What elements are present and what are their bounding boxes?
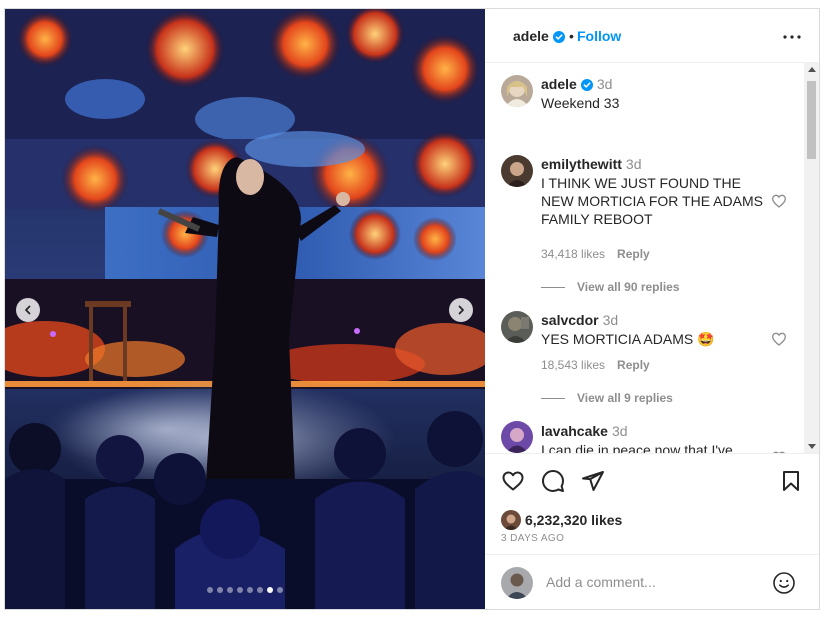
comment-time: 3d <box>602 312 619 328</box>
verified-badge-icon <box>552 31 565 44</box>
reply-button[interactable]: Reply <box>617 247 650 261</box>
chevron-left-icon <box>25 305 31 315</box>
comment-likes[interactable]: 34,418 likes <box>541 247 605 261</box>
comment-avatar[interactable] <box>501 311 533 343</box>
post-date[interactable]: 3 DAYS AGO <box>501 533 564 544</box>
carousel-dot-active <box>267 587 273 593</box>
avatar-image <box>501 75 533 107</box>
comment-username-text[interactable]: lavahcake <box>541 423 608 439</box>
avatar-image <box>501 510 521 530</box>
comment-text: I THINK WE JUST FOUND THE NEW MORTICIA F… <box>541 175 763 227</box>
carousel-next-button[interactable] <box>449 298 473 322</box>
share-paper-plane-icon[interactable] <box>581 469 605 493</box>
comment-username-text[interactable]: salvcdor <box>541 312 599 328</box>
replies-divider <box>541 287 565 289</box>
likes-count[interactable]: 6,232,320 likes <box>525 512 622 528</box>
save-bookmark-icon[interactable] <box>779 469 803 493</box>
comment-username: lavahcake 3d <box>541 423 628 439</box>
caption-username: adele 3d <box>541 76 612 92</box>
avatar-image <box>501 311 533 343</box>
carousel-dot <box>247 587 253 593</box>
follow-button[interactable]: Follow <box>577 28 621 44</box>
comment-meta: 18,543 likes Reply <box>541 358 650 372</box>
carousel-dot <box>277 587 283 593</box>
scroll-up-arrow-icon[interactable] <box>808 67 816 72</box>
comment-text: YES MORTICIA ADAMS 🤩 <box>541 331 715 347</box>
post-sidebar: adele • Follow adele 3d Weekend 33 emilyt… <box>485 9 819 609</box>
carousel-dot <box>207 587 213 593</box>
comment-avatar[interactable] <box>501 421 533 453</box>
caption-time: 3d <box>596 76 613 92</box>
post-actions: 6,232,320 likes 3 DAYS AGO Add a comment… <box>485 453 819 609</box>
add-comment-bar: Add a comment... <box>485 554 819 609</box>
scroll-down-arrow-icon[interactable] <box>808 444 816 449</box>
post-header: adele • Follow <box>485 9 819 63</box>
more-options-button[interactable] <box>782 27 802 47</box>
scrollbar-thumb[interactable] <box>807 81 816 159</box>
concert-photo <box>5 9 485 609</box>
verified-badge-icon <box>580 79 593 92</box>
comment-avatar[interactable] <box>501 155 533 187</box>
view-replies-label: View all 90 replies <box>577 280 680 294</box>
comment-text: I can die in peace now that I've <box>541 442 733 453</box>
likes-summary: 6,232,320 likes <box>501 510 622 530</box>
more-horizontal-icon <box>783 35 801 39</box>
post-modal: adele • Follow adele 3d Weekend 33 emilyt… <box>4 8 820 610</box>
carousel-dot <box>257 587 263 593</box>
post-media[interactable] <box>5 9 485 609</box>
reply-button[interactable]: Reply <box>617 358 650 372</box>
post-author-name[interactable]: adele <box>513 28 549 44</box>
caption-text: Weekend 33 <box>541 95 620 111</box>
comments-scrollbar[interactable] <box>804 63 819 453</box>
like-heart-icon[interactable] <box>501 469 525 493</box>
post-author[interactable]: adele <box>513 28 565 44</box>
emoji-smile-icon[interactable] <box>772 571 796 595</box>
comment-likes[interactable]: 18,543 likes <box>541 358 605 372</box>
carousel-dot <box>217 587 223 593</box>
chevron-right-icon <box>458 305 464 315</box>
carousel-prev-button[interactable] <box>16 298 40 322</box>
view-replies-label: View all 9 replies <box>577 391 673 405</box>
avatar-image <box>501 155 533 187</box>
avatar-image <box>501 421 533 453</box>
carousel-dot <box>237 587 243 593</box>
liked-by-avatar <box>501 510 521 530</box>
comment-time: 3d <box>625 156 642 172</box>
current-user-avatar <box>501 567 533 599</box>
caption-username-text[interactable]: adele <box>541 76 577 92</box>
header-separator: • <box>569 28 574 44</box>
comment-username: emilythewitt 3d <box>541 156 641 172</box>
comment-like-heart-icon[interactable] <box>771 193 787 209</box>
avatar-image <box>501 567 533 599</box>
comment-username: salvcdor 3d <box>541 312 618 328</box>
comment-username-text[interactable]: emilythewitt <box>541 156 622 172</box>
replies-divider <box>541 398 565 400</box>
comment-bubble-icon[interactable] <box>541 469 565 493</box>
comment-input[interactable]: Add a comment... <box>546 574 656 590</box>
caption-avatar[interactable] <box>501 75 533 107</box>
comment-time: 3d <box>611 423 628 439</box>
view-replies-button[interactable]: View all 90 replies <box>541 280 680 294</box>
view-replies-button[interactable]: View all 9 replies <box>541 391 673 405</box>
comments-list[interactable]: adele 3d Weekend 33 emilythewitt 3d I THIN… <box>485 63 805 453</box>
comment-like-heart-icon[interactable] <box>771 331 787 347</box>
comment-meta: 34,418 likes Reply <box>541 247 650 261</box>
carousel-indicator <box>5 587 485 593</box>
carousel-dot <box>227 587 233 593</box>
